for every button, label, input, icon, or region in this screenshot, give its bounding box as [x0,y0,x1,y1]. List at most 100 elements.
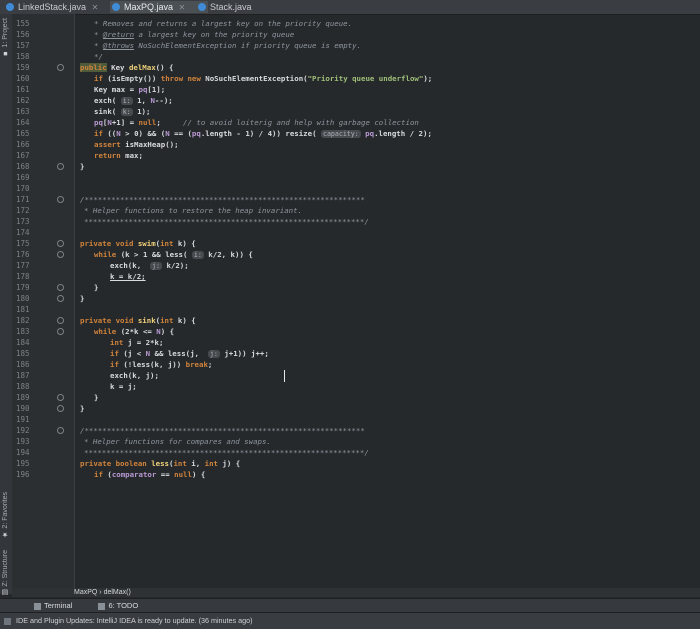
code-line-177[interactable]: exch(k, j: k/2); [110,260,189,271]
code-line-161[interactable]: Key max = pq[1]; [94,84,165,95]
fold-marker-icon[interactable] [57,427,64,434]
code-line-195[interactable]: private boolean less(int i, int j) { [80,458,240,469]
line-number: 190 [16,404,30,413]
line-number: 164 [16,118,30,127]
line-number: 182 [16,316,30,325]
line-number: 174 [16,228,30,237]
code-line-184[interactable]: int j = 2*k; [110,337,163,348]
code-line-158[interactable]: */ [94,51,103,62]
close-icon[interactable]: ✕ [92,3,99,12]
fold-marker-icon[interactable] [57,394,64,401]
line-number: 175 [16,239,30,248]
line-number: 180 [16,294,30,303]
terminal-icon [34,602,41,610]
code-line-178[interactable]: k = k/2; [110,271,146,282]
fold-marker-icon[interactable] [57,251,64,258]
line-number: 177 [16,261,30,270]
code-line-156[interactable]: * @return a largest key on the priority … [94,29,294,40]
code-line-172[interactable]: * Helper functions to restore the heap i… [84,205,302,216]
structure-tool-button[interactable]: ▤ Z: Structure [1,550,11,597]
code-line-171[interactable]: /***************************************… [80,194,365,205]
code-line-157[interactable]: * @throws NoSuchElementException if prio… [94,40,361,51]
status-bar: IDE and Plugin Updates: IntelliJ IDEA is… [0,612,700,629]
line-number: 157 [16,41,30,50]
code-line-186[interactable]: if (!less(k, j)) break; [110,359,212,370]
breadcrumb: MaxPQ › delMax() [12,588,700,597]
code-line-190[interactable]: } [80,403,84,414]
code-line-159[interactable]: public Key delMax() { [80,62,173,73]
code-line-183[interactable]: while (2*k <= N) { [94,326,174,337]
code-line-173[interactable]: ****************************************… [84,216,369,227]
code-line-160[interactable]: if (isEmpty()) throw new NoSuchElementEx… [94,73,432,84]
code-line-166[interactable]: assert isMaxHeap(); [94,139,179,150]
fold-marker-icon[interactable] [57,295,64,302]
line-number: 165 [16,129,30,138]
breadcrumb-class[interactable]: MaxPQ [74,589,97,596]
code-line-189[interactable]: } [94,392,98,403]
status-message[interactable]: IDE and Plugin Updates: IntelliJ IDEA is… [16,616,253,625]
code-line-168[interactable]: } [80,161,84,172]
code-line-188[interactable]: k = j; [110,381,137,392]
code-line-155[interactable]: * Removes and returns a largest key on t… [94,18,352,29]
line-number: 169 [16,173,30,182]
tab-label: Stack.java [210,2,252,12]
fold-marker-icon[interactable] [57,317,64,324]
code-line-192[interactable]: /***************************************… [80,425,365,436]
fold-marker-icon[interactable] [57,163,64,170]
line-number: 159 [16,63,30,72]
code-line-167[interactable]: return max; [94,150,143,161]
code-line-196[interactable]: if (comparator == null) { [94,469,205,480]
fold-marker-icon[interactable] [57,64,64,71]
java-class-icon [6,3,14,11]
line-number: 163 [16,107,30,116]
line-number: 178 [16,272,30,281]
fold-marker-icon[interactable] [57,196,64,203]
line-number: 171 [16,195,30,204]
breadcrumb-method[interactable]: delMax() [104,589,131,596]
bottom-tool-bar: Terminal 6: TODO [0,598,700,613]
line-number: 188 [16,382,30,391]
line-number: 191 [16,415,30,424]
code-line-180[interactable]: } [80,293,84,304]
code-line-164[interactable]: pq[N+1] = null; // to avoid loiterig and… [94,117,419,128]
code-line-185[interactable]: if (j < N && less(j, j: j+1)) j++; [110,348,269,359]
line-number: 158 [16,52,30,61]
code-line-163[interactable]: sink( k: 1); [94,106,150,117]
line-number: 195 [16,459,30,468]
todo-button[interactable]: 6: TODO [92,601,138,610]
line-number: 186 [16,360,30,369]
code-line-176[interactable]: while (k > 1 && less( i: k/2, k)) { [94,249,253,260]
fold-marker-icon[interactable] [57,405,64,412]
fold-marker-icon[interactable] [57,284,64,291]
code-editor[interactable]: * Removes and returns a largest key on t… [76,14,700,594]
tab-label: LinkedStack.java [18,2,87,12]
code-line-162[interactable]: exch( i: 1, N--); [94,95,173,106]
status-toggle-icon[interactable] [4,617,11,625]
line-number: 176 [16,250,30,259]
code-line-194[interactable]: ****************************************… [84,447,369,458]
project-tool-button[interactable]: ■ 1: Project [1,18,11,57]
tab-stack[interactable]: Stack.java [196,1,294,13]
tab-linkedstack[interactable]: LinkedStack.java ✕ [4,1,122,13]
line-number: 187 [16,371,30,380]
fold-marker-icon[interactable] [57,328,64,335]
code-line-179[interactable]: } [94,282,98,293]
close-icon[interactable]: ✕ [179,3,186,12]
code-line-187[interactable]: exch(k, j); [110,370,159,381]
fold-marker-icon[interactable] [57,240,64,247]
code-line-182[interactable]: private void sink(int k) { [80,315,196,326]
line-number: 156 [16,30,30,39]
line-number: 166 [16,140,30,149]
tab-maxpq[interactable]: MaxPQ.java ✕ [110,1,208,13]
structure-icon: ▤ [2,588,9,597]
line-number-gutter[interactable]: 155 156 157 158 159 160 161 162 163 164 165 166 167 1… [12,14,75,594]
java-class-icon [198,3,206,11]
terminal-button[interactable]: Terminal [28,601,74,610]
line-number: 160 [16,74,30,83]
code-line-193[interactable]: * Helper functions for compares and swap… [84,436,271,447]
favorites-tool-button[interactable]: ★ 2: Favorites [1,492,11,539]
line-number: 161 [16,85,30,94]
code-line-175[interactable]: private void swim(int k) { [80,238,196,249]
code-line-165[interactable]: if ((N > 0) && (N == (pq.length - 1) / 4… [94,128,432,139]
line-number: 179 [16,283,30,292]
